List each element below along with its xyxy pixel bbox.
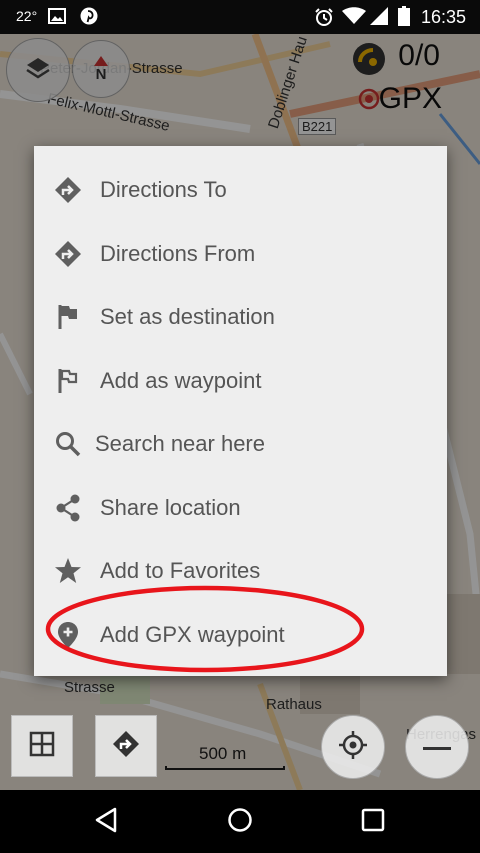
menu-item-set-destination[interactable]: Set as destination	[34, 285, 447, 348]
context-menu: Directions To Directions From Set as des…	[34, 146, 447, 676]
recents-button[interactable]	[353, 802, 393, 842]
menu-item-directions-from[interactable]: Directions From	[34, 222, 447, 285]
back-button[interactable]	[86, 802, 126, 842]
my-location-button[interactable]	[321, 715, 385, 779]
scale-bar	[165, 766, 285, 770]
crosshair-icon	[338, 730, 368, 765]
menu-item-label: Add to Favorites	[100, 557, 261, 583]
directions-icon	[112, 730, 140, 763]
grid-icon	[29, 731, 55, 762]
map-scale: 500 m	[165, 742, 285, 772]
home-icon	[227, 807, 253, 838]
navigation-button[interactable]	[95, 715, 157, 777]
directions-icon	[54, 240, 82, 268]
battery-icon	[398, 6, 410, 31]
clock: 16:35	[420, 7, 466, 27]
directions-icon	[54, 176, 82, 204]
signal-icon	[370, 7, 388, 30]
zoom-out-button[interactable]	[405, 715, 469, 779]
image-icon	[48, 8, 66, 29]
alarm-icon	[314, 7, 334, 32]
navigation-bar	[0, 790, 480, 853]
pinterest-icon	[80, 7, 98, 30]
status-bar: 22° 16:35	[0, 0, 480, 34]
menu-item-share-location[interactable]: Share location	[34, 476, 447, 539]
menu-button[interactable]	[11, 715, 73, 777]
menu-item-label: Directions From	[100, 240, 256, 266]
menu-item-add-favorites[interactable]: Add to Favorites	[34, 539, 447, 602]
menu-item-label: Add as waypoint	[100, 367, 262, 393]
back-icon	[93, 806, 119, 839]
flag-filled-icon	[54, 303, 82, 331]
menu-item-label: Add GPX waypoint	[100, 621, 285, 647]
menu-item-label: Set as destination	[100, 303, 275, 329]
menu-item-label: Share location	[100, 494, 241, 520]
flag-outline-icon	[54, 367, 82, 395]
menu-item-label: Search near here	[95, 430, 265, 456]
menu-item-label: Directions To	[100, 176, 227, 202]
location-add-icon	[54, 621, 82, 649]
search-icon	[54, 430, 82, 458]
minus-icon	[423, 738, 451, 756]
scale-label: 500 m	[199, 744, 247, 763]
menu-item-search-near[interactable]: Search near here	[34, 412, 447, 475]
menu-item-add-waypoint[interactable]: Add as waypoint	[34, 349, 447, 412]
wifi-icon	[342, 7, 366, 30]
menu-item-add-gpx-waypoint[interactable]: Add GPX waypoint	[34, 603, 447, 666]
home-button[interactable]	[220, 802, 260, 842]
share-icon	[54, 494, 82, 522]
star-icon	[54, 557, 82, 585]
temperature: 22°	[16, 8, 38, 24]
recents-icon	[361, 808, 385, 837]
menu-item-directions-to[interactable]: Directions To	[34, 158, 447, 221]
